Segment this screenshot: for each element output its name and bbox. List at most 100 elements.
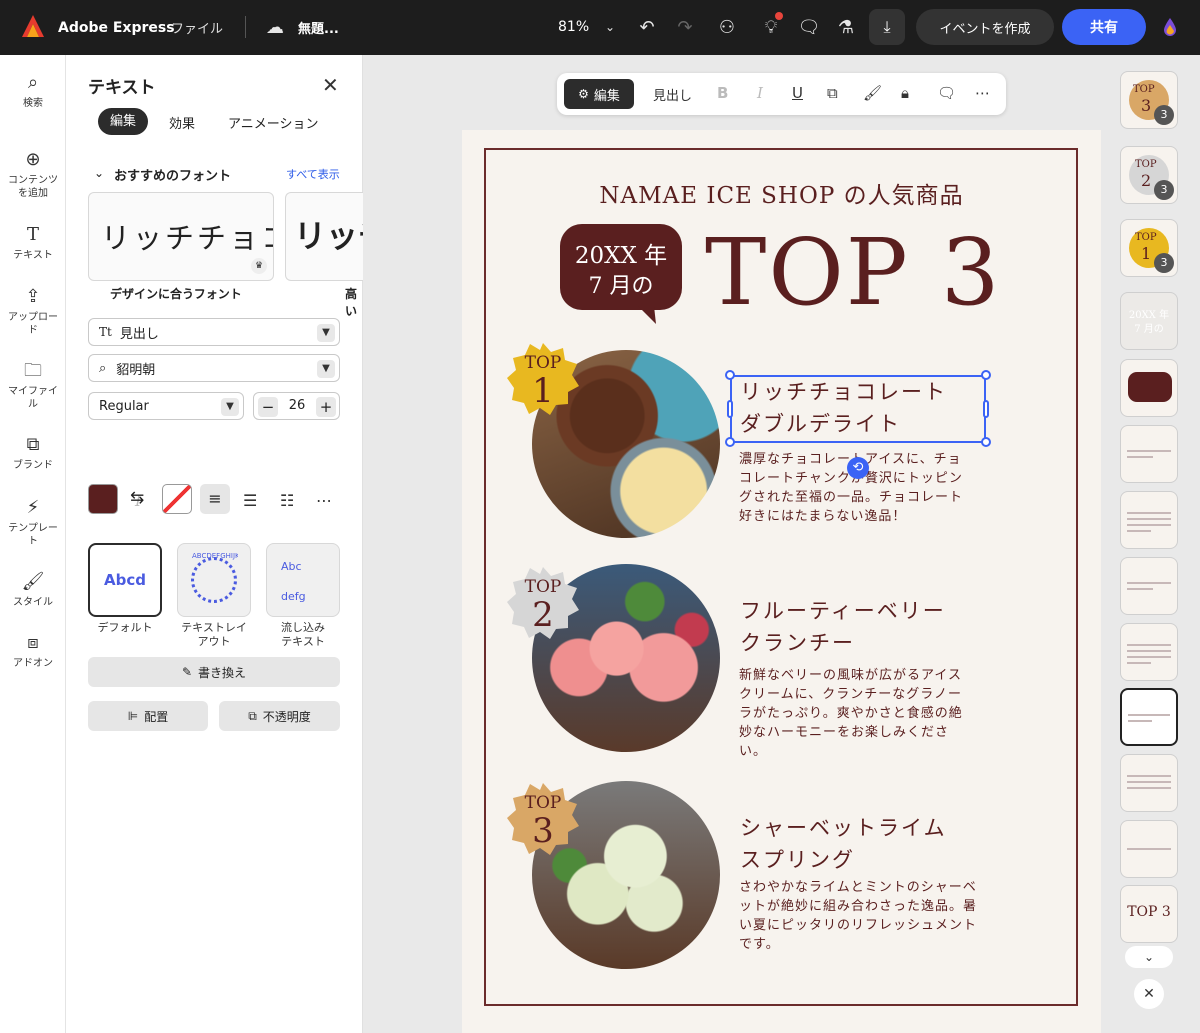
font-card[interactable]: リッチ [285,192,363,281]
font-select[interactable]: ⌕ 貂明朝 ▼ [88,354,340,382]
plus-circle-icon: ⊕ [25,149,41,170]
layer-thumb-bubble[interactable] [1120,359,1178,417]
tab-effects[interactable]: 効果 [169,113,195,132]
share-button[interactable]: 共有 [1062,9,1146,45]
rail-style[interactable]: 🖌︎ スタイル [0,572,66,609]
collaborate-icon[interactable]: ⚇ [716,16,738,38]
layer-thumb-badge1[interactable]: TOP 1 3 [1120,219,1178,277]
more-icon[interactable]: ⋯ [975,84,990,102]
font-size-value[interactable]: 26 [280,398,314,413]
increase-button[interactable]: + [316,397,336,417]
cloud-icon[interactable]: ☁ [264,17,286,38]
weight-select[interactable]: Regular ▼ [88,392,244,420]
redo-icon[interactable]: ↷ [674,16,696,38]
rail-label: コンテンツ を追加 [8,175,58,199]
item-title[interactable]: フルーティーベリー クランチー [740,595,946,659]
rail-upload[interactable]: ⇪ アップロー ド [0,287,66,337]
layout-text-path[interactable]: ABCDEFGHIJKL [177,543,251,617]
rewrite-button[interactable]: ✎ 書き換え [88,657,340,687]
lock-icon[interactable]: 🔒︎ [901,84,909,102]
doc-title[interactable]: 無題... [298,17,339,37]
poster-page[interactable]: NAMAE ICE SHOP の人気商品 20XX 年 7 月の TOP 3 T… [462,130,1101,1033]
text-icon: T [26,224,39,245]
close-icon[interactable]: ✕ [322,73,339,97]
duplicate-icon[interactable]: ⧉ [827,84,838,102]
selection-handle[interactable] [727,400,733,418]
edit-button[interactable]: ⚙ 編集 [564,79,634,109]
chevron-down-icon[interactable]: ⌄ [94,166,104,180]
text-color-swatch[interactable] [88,484,118,514]
undo-icon[interactable]: ↶ [636,16,658,38]
layer-thumb-bubble-text[interactable]: 20XX 年 7 月の [1120,292,1178,350]
zoom-level[interactable]: 81% [558,17,589,37]
item-title[interactable]: シャーベットライム スプリング [740,812,947,876]
paint-format-icon[interactable]: 🖌︎ [863,84,882,102]
swap-icon[interactable]: ⇆ [130,488,144,508]
rail-search[interactable]: ⌕ 検索 [0,73,66,110]
rail-label: スタイル [13,597,53,608]
layer-thumb-badge2[interactable]: TOP 2 3 [1120,146,1178,204]
scroll-down-button[interactable]: ⌄ [1125,946,1173,968]
download-button[interactable]: ⤓ [869,9,905,45]
layout-flow-text[interactable]: Abc defg [266,543,340,617]
arrange-button[interactable]: ⊫ 配置 [88,701,208,731]
align-icon[interactable]: ☰ [243,491,257,510]
opacity-button[interactable]: ⧉ 不透明度 [219,701,340,731]
create-event-button[interactable]: イベントを作成 [916,9,1054,45]
layer-thumb[interactable] [1120,425,1178,483]
comment-icon[interactable]: 🗨︎ [798,16,821,38]
rail-text[interactable]: T テキスト [0,225,66,262]
selection-handle[interactable] [983,400,989,418]
no-fill-swatch[interactable] [162,484,192,514]
layer-thumb-selected[interactable] [1120,688,1178,746]
rail-brand[interactable]: ⧉ ブランド [0,435,66,472]
speech-bubble[interactable]: 20XX 年 7 月の [558,222,684,326]
file-menu[interactable]: ファイル [171,17,223,37]
tab-edit[interactable]: 編集 [98,108,148,135]
top-bar: Adobe Express ファイル ☁ 無題... 81% ⌄ ↶ ↷ ⚇ 💡… [0,0,1200,55]
item-description[interactable]: 新鮮なベリーの風味が広がるアイス クリームに、クランチーなグラノー ラがたっぷり… [739,666,963,761]
bold-icon[interactable]: B [717,84,728,102]
heading-button[interactable]: 見出し [653,85,692,104]
rank-badge-gold: TOP 1 [506,342,580,416]
selection-handle[interactable] [981,437,991,447]
rotate-handle-icon[interactable]: ⟲ [847,457,869,479]
list-icon[interactable]: ☷ [280,491,294,510]
tab-animation[interactable]: アニメーション [228,113,318,132]
style-select[interactable]: Tt 見出し ▼ [88,318,340,346]
close-icon[interactable]: ✕ [1134,979,1164,1009]
decrease-button[interactable]: − [258,397,278,417]
selection-handle[interactable] [725,370,735,380]
stroke-weight-icon[interactable]: ≡ [200,484,230,514]
underline-icon[interactable]: U [792,84,803,102]
adobe-logo-icon[interactable] [20,13,46,39]
font-size-stepper[interactable]: − 26 + [253,392,340,420]
chevron-down-icon[interactable]: ⌄ [600,17,620,37]
layer-thumb-badge3[interactable]: TOP 3 3 [1120,71,1178,129]
rail-templates[interactable]: ⚡︎ テンプレー ト [0,498,66,548]
selection-handle[interactable] [725,437,735,447]
rail-my-files[interactable]: 🗀 マイファイ ル [0,361,66,411]
poster-headline[interactable]: TOP 3 [705,218,1001,328]
item-description[interactable]: さわやかなライムとミントのシャーベ ットが絶妙に組み合わさった逸品。暑 い夏にピ… [739,878,977,954]
color-drop-icon[interactable] [1160,16,1180,38]
show-all-link[interactable]: すべて表示 [286,166,340,182]
layer-thumb[interactable] [1120,491,1178,549]
layer-thumb[interactable] [1120,754,1178,812]
italic-icon[interactable]: I [757,84,763,102]
rail-addons[interactable]: ⧈ アドオン [0,633,66,670]
more-icon[interactable]: ⋯ [316,491,332,510]
chevron-down-icon: ▼ [317,360,335,378]
font-card[interactable]: リッチチョコ ♛ [88,192,274,281]
layout-default[interactable]: Abcd [88,543,162,617]
poster-subtitle[interactable]: NAMAE ICE SHOP の人気商品 [462,176,1101,210]
layer-thumb[interactable] [1120,820,1178,878]
flask-icon[interactable]: ⚗ [835,16,857,38]
selection-handle[interactable] [981,370,991,380]
rail-add-content[interactable]: ⊕ コンテンツ を追加 [0,150,66,200]
layer-thumb[interactable] [1120,623,1178,681]
layer-thumb-headline[interactable]: TOP 3 [1120,885,1178,943]
comment-icon[interactable]: 🗨︎ [937,84,956,102]
selection-box[interactable] [730,375,986,443]
layer-thumb[interactable] [1120,557,1178,615]
